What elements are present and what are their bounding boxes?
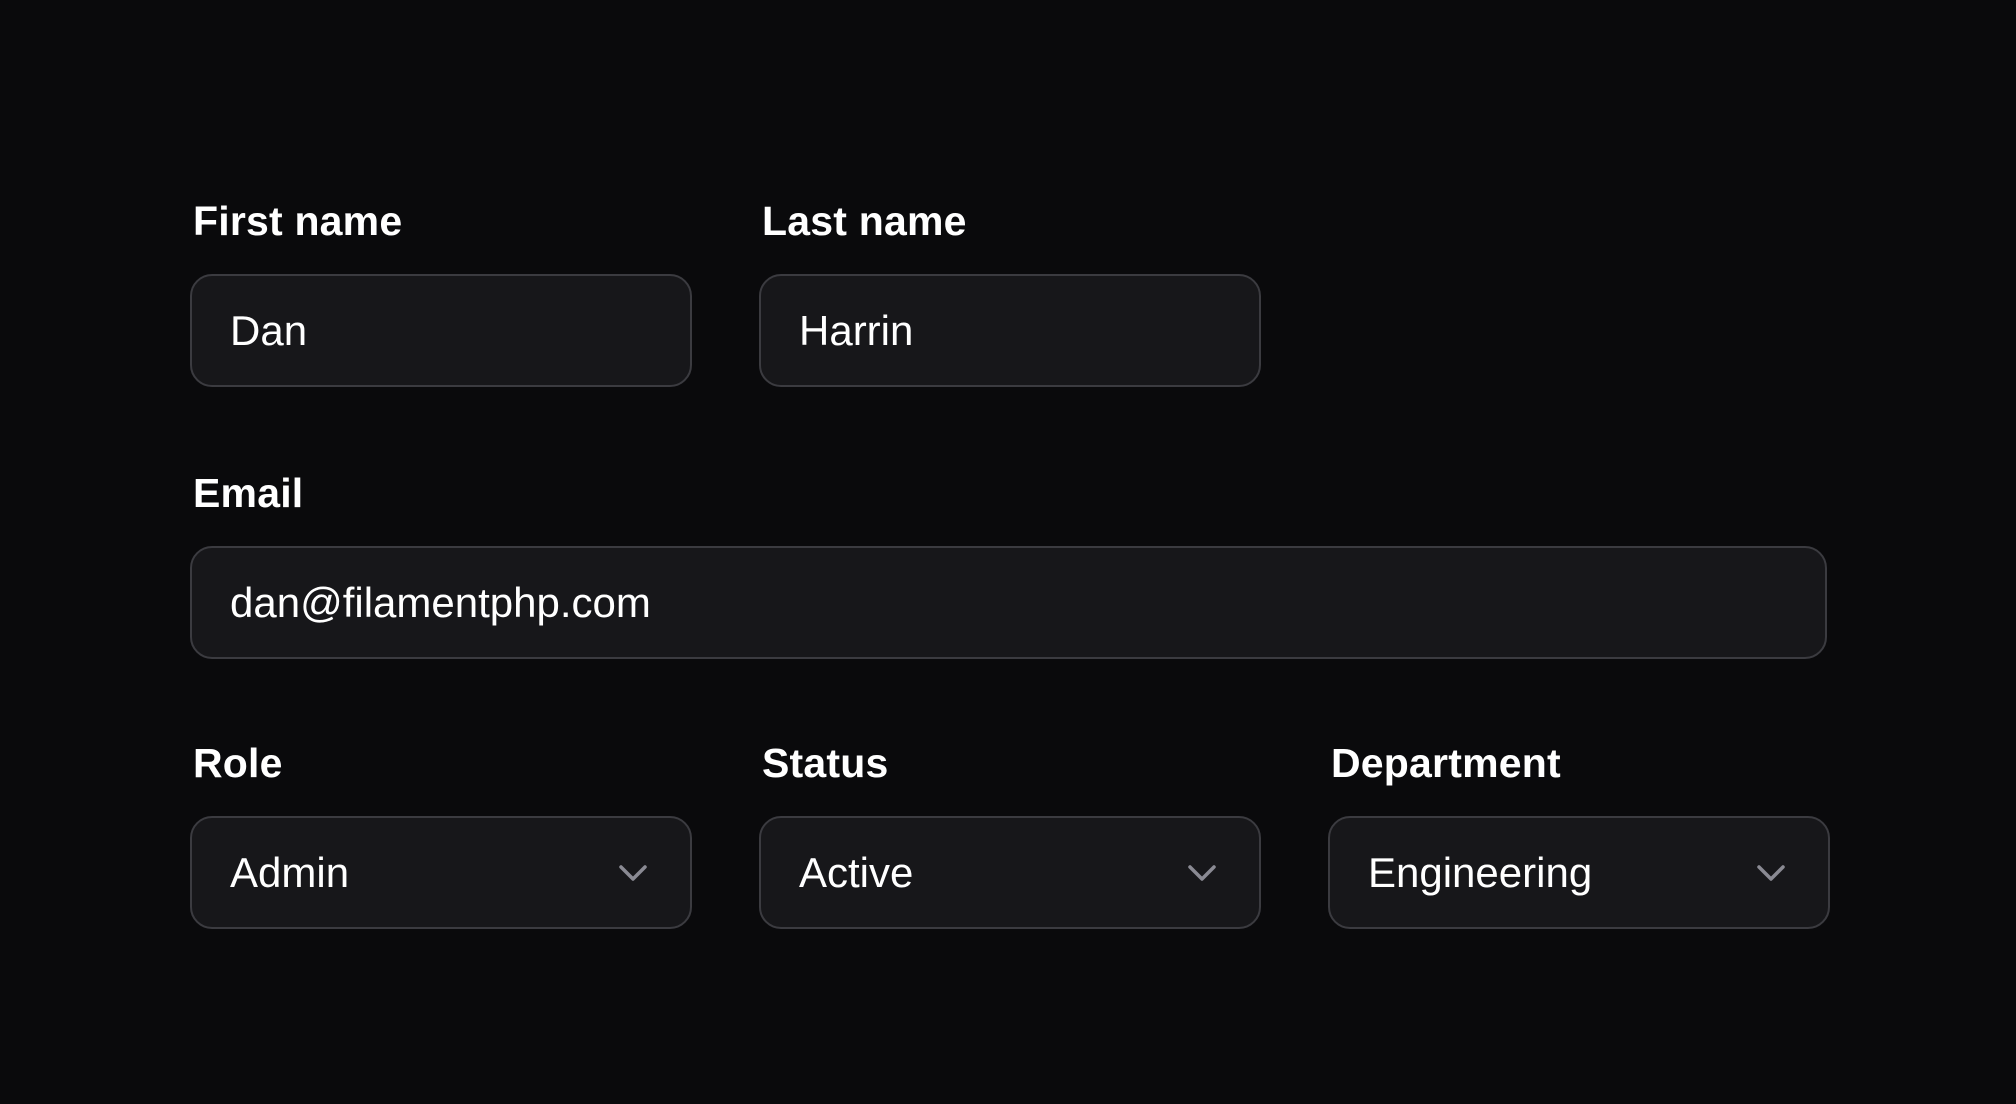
last-name-label: Last name: [762, 198, 967, 244]
department-selected-value: Engineering: [1368, 848, 1593, 896]
email-label: Email: [193, 470, 304, 516]
role-select[interactable]: Admin: [190, 816, 692, 929]
role-selected-value: Admin: [230, 848, 350, 896]
role-field: Role Admin: [190, 742, 692, 929]
user-form: First name Dan Last name Harrin Email da…: [190, 200, 1830, 929]
first-name-field: First name Dan: [190, 200, 692, 387]
last-name-field: Last name Harrin: [759, 200, 1261, 387]
status-selected-value: Active: [799, 848, 914, 896]
email-input[interactable]: dan@filamentphp.com: [190, 546, 1827, 659]
first-name-input[interactable]: Dan: [190, 274, 692, 387]
status-field: Status Active: [759, 742, 1261, 929]
chevron-down-icon: [1187, 858, 1217, 888]
chevron-down-icon: [1756, 858, 1786, 888]
department-field: Department Engineering: [1328, 742, 1830, 929]
department-label: Department: [1331, 740, 1561, 786]
email-row: Email dan@filamentphp.com: [190, 472, 1827, 659]
email-field: Email dan@filamentphp.com: [190, 472, 1827, 659]
first-name-label: First name: [193, 198, 403, 244]
department-select[interactable]: Engineering: [1328, 816, 1830, 929]
status-label: Status: [762, 740, 889, 786]
chevron-down-icon: [618, 858, 648, 888]
last-name-input[interactable]: Harrin: [759, 274, 1261, 387]
status-select[interactable]: Active: [759, 816, 1261, 929]
role-label: Role: [193, 740, 283, 786]
name-row: First name Dan Last name Harrin: [190, 200, 1827, 387]
select-row: Role Admin Status Active Department Engi…: [190, 742, 1830, 929]
